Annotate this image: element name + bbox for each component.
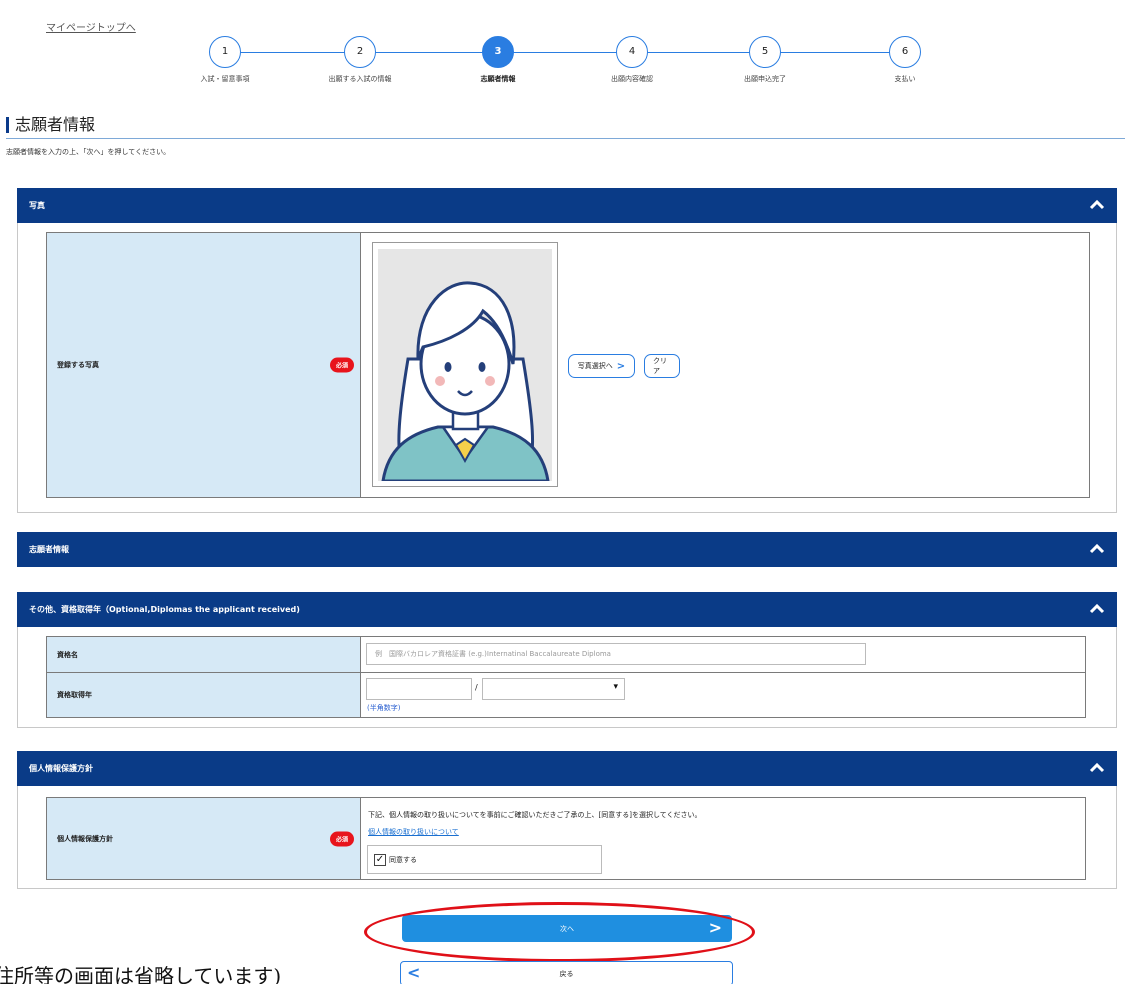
privacy-label-cell: 個人情報保護方針 必須 <box>46 797 361 880</box>
back-button-label: 戻る <box>559 969 574 978</box>
avatar-illustration-icon <box>381 281 550 481</box>
qualification-name-label: 資格名 <box>57 650 78 659</box>
step-3-label: 志願者情報 <box>480 75 516 83</box>
required-badge: 必須 <box>329 831 354 846</box>
qualification-year-label: 資格取得年 <box>57 691 92 699</box>
step-1-number: 1 <box>209 36 241 68</box>
step-5: 5 出願申込完了 <box>705 36 825 84</box>
applicant-section-header[interactable]: 志願者情報 <box>17 532 1117 567</box>
photo-label-cell: 登録する写真 必須 <box>46 232 361 498</box>
photo-placeholder-image <box>378 249 552 481</box>
qualification-section-header[interactable]: その他、資格取得年（Optional,Diplomas the applican… <box>17 592 1117 627</box>
step-6-number: 6 <box>889 36 921 68</box>
qualification-year-input[interactable] <box>366 678 472 700</box>
page-title: 志願者情報 <box>6 117 95 133</box>
collapse-chevron-icon[interactable] <box>1089 541 1105 557</box>
step-6: 6 支払い <box>845 36 965 84</box>
privacy-instructions: 下記、個人情報の取り扱いについてを事前にご確認いただきご了承の上、[同意する]を… <box>368 811 702 819</box>
photo-preview <box>372 242 558 487</box>
step-1-label: 入試・留意事項 <box>200 75 250 83</box>
qualification-year-label-cell: 資格取得年 <box>46 672 361 718</box>
step-1: 1 入試・留意事項 <box>165 36 285 84</box>
clear-photo-button[interactable]: クリア <box>644 354 680 378</box>
applicant-section-title: 志願者情報 <box>29 545 69 554</box>
collapse-chevron-icon[interactable] <box>1089 197 1105 213</box>
qualification-month-select[interactable]: ▾ <box>482 678 625 700</box>
intro-text: 志願者情報を入力の上、「次へ」を押してください。 <box>6 148 171 156</box>
omission-note: 住所等の画面は省略しています) <box>0 964 282 984</box>
collapse-chevron-icon[interactable] <box>1089 601 1105 617</box>
required-badge: 必須 <box>329 357 354 373</box>
step-4: 4 出願内容確認 <box>572 36 692 84</box>
date-separator: / <box>475 683 478 692</box>
chevron-left-icon: < <box>407 963 421 982</box>
photo-section-header[interactable]: 写真 <box>17 188 1117 223</box>
step-5-number: 5 <box>749 36 781 68</box>
clear-photo-label: クリア <box>653 357 667 375</box>
privacy-section-header[interactable]: 個人情報保護方針 <box>17 751 1117 786</box>
privacy-policy-link[interactable]: 個人情報の取り扱いについて <box>368 827 459 837</box>
agree-field: ✓ 同意する <box>367 845 602 874</box>
back-button[interactable]: < 戻る <box>400 961 733 984</box>
step-3: 3 志願者情報 <box>438 36 558 84</box>
highlight-ellipse <box>364 902 755 962</box>
qualification-name-placeholder: 例 国際バカロレア資格証書 (e.g.)Internatinal Baccala… <box>375 650 611 658</box>
agree-label: 同意する <box>389 856 417 864</box>
collapse-chevron-icon[interactable] <box>1089 760 1105 776</box>
agree-checkbox[interactable]: ✓ <box>374 854 386 866</box>
title-divider <box>6 138 1125 139</box>
step-2-label: 出願する入試の情報 <box>328 75 392 83</box>
step-2-number: 2 <box>344 36 376 68</box>
select-photo-label: 写真選択へ <box>577 362 613 370</box>
select-photo-button[interactable]: 写真選択へ > <box>568 354 635 378</box>
privacy-section-title: 個人情報保護方針 <box>29 764 93 773</box>
half-width-note: (半角数字) <box>367 704 401 712</box>
step-2: 2 出願する入試の情報 <box>300 36 420 84</box>
photo-label: 登録する写真 <box>57 361 99 369</box>
progress-stepper: 1 入試・留意事項 2 出願する入試の情報 3 志願者情報 4 出願内容確認 5… <box>160 36 980 96</box>
step-5-label: 出願申込完了 <box>744 75 786 83</box>
dropdown-arrow-icon: ▾ <box>613 682 618 692</box>
step-4-label: 出願内容確認 <box>611 75 653 83</box>
step-6-label: 支払い <box>894 75 916 83</box>
qualification-name-input[interactable]: 例 国際バカロレア資格証書 (e.g.)Internatinal Baccala… <box>366 643 866 665</box>
qualification-section-title: その他、資格取得年（Optional,Diplomas the applican… <box>29 605 300 614</box>
privacy-label: 個人情報保護方針 <box>57 834 113 843</box>
photo-section-title: 写真 <box>29 201 45 210</box>
step-3-number: 3 <box>482 36 514 68</box>
chevron-right-icon: > <box>616 360 626 372</box>
qualification-name-label-cell: 資格名 <box>46 636 361 673</box>
step-4-number: 4 <box>616 36 648 68</box>
mypage-top-link[interactable]: マイページトップへ <box>46 19 136 34</box>
